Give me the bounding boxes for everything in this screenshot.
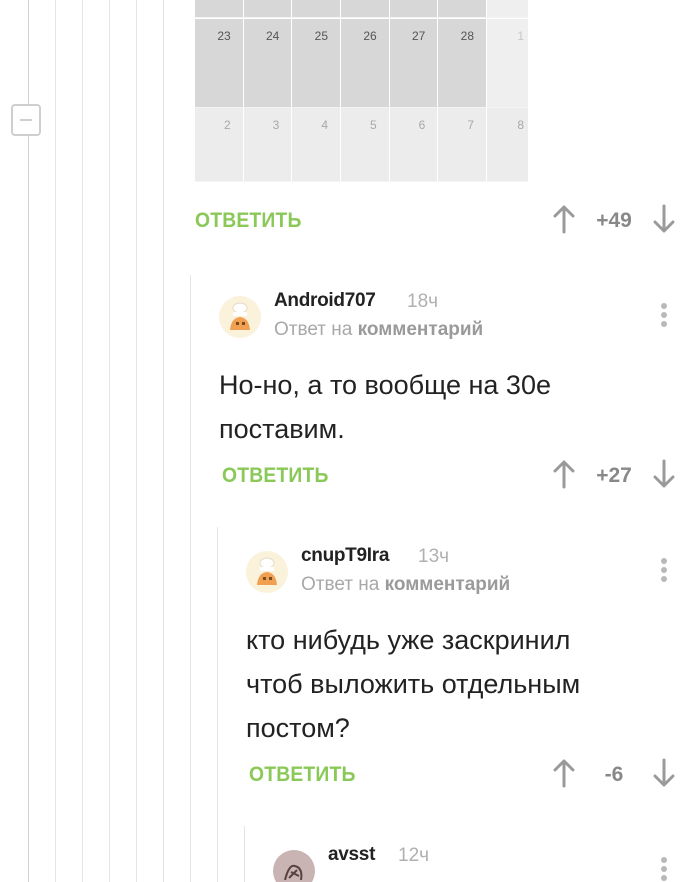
- upvote-icon[interactable]: [553, 758, 575, 788]
- calendar-row: 2 3 4 5 6 7 8: [195, 108, 530, 182]
- comment-text-line: Но-но, а то вообще на 30е: [219, 370, 551, 400]
- downvote-icon[interactable]: [653, 459, 675, 489]
- calendar-day: 4: [321, 118, 329, 132]
- calendar-image: 23 24 25 26 27 28 1 2 3 4 5 6 7 8: [195, 0, 530, 182]
- downvote-icon[interactable]: [653, 758, 675, 788]
- calendar-cell: 6: [389, 108, 439, 182]
- calendar-cell: 4: [292, 108, 342, 182]
- comment-time: 12ч: [398, 845, 430, 866]
- calendar-cell: [438, 0, 488, 18]
- calendar-cell: 1: [487, 19, 530, 108]
- reply-to-link[interactable]: комментарий: [358, 319, 484, 340]
- sketch-avatar[interactable]: [273, 850, 315, 882]
- comment-time: 18ч: [407, 291, 439, 312]
- calendar-cell: 5: [341, 108, 390, 182]
- more-options-icon[interactable]: [661, 558, 667, 586]
- upvote-icon[interactable]: [553, 459, 575, 489]
- calendar-cell: [195, 0, 244, 18]
- avatar-image: [219, 296, 261, 338]
- username[interactable]: avsst: [328, 844, 375, 866]
- thread-line: [163, 275, 164, 882]
- calendar-day: 25: [314, 29, 329, 43]
- comment-actions: ОТВЕТИТЬ -6: [249, 755, 700, 795]
- calendar-day: 26: [363, 29, 377, 43]
- calendar-cell: 25: [292, 19, 342, 108]
- calendar-day: 2: [223, 118, 231, 132]
- calendar-row-top: [195, 0, 530, 18]
- collapse-thread-button[interactable]: [11, 104, 41, 136]
- username[interactable]: cnupT9Ira: [301, 545, 389, 567]
- thread-line: [190, 275, 191, 882]
- comment-actions: ОТВЕТИТЬ +27: [222, 456, 700, 496]
- calendar-cell: [243, 0, 293, 18]
- thread-line: [244, 826, 245, 882]
- calendar-cell: 3: [243, 108, 293, 182]
- thread-line: [55, 0, 56, 882]
- calendar-day: 5: [370, 118, 377, 132]
- calendar-cell: 23: [195, 19, 244, 108]
- comment-avsst: avsst 12ч: [273, 844, 689, 882]
- thread-line: [82, 0, 83, 882]
- rating-value: +49: [596, 209, 632, 232]
- calendar-cell: 28: [438, 19, 488, 108]
- calendar-day: 6: [418, 118, 426, 132]
- calendar-cell: [389, 0, 439, 18]
- calendar-day: 8: [517, 118, 525, 132]
- calendar-day: 3: [272, 118, 280, 132]
- rating-value: +27: [596, 464, 632, 487]
- calendar-cell: 2: [195, 108, 244, 182]
- reply-button[interactable]: ОТВЕТИТЬ: [222, 464, 329, 488]
- comment-text-line: чтоб выложить отдельным: [246, 669, 581, 699]
- rating-value: -6: [604, 763, 624, 786]
- calendar-row: 23 24 25 26 27 28 1: [195, 19, 530, 108]
- thread-line: [136, 0, 137, 882]
- comment-text: Но-но, а то вообще на 30е поставим.: [219, 363, 551, 451]
- comment-time: 13ч: [418, 546, 450, 567]
- calendar-cell: [292, 0, 342, 18]
- comment-cnupt9ira: cnupT9Ira 13ч Ответ на комментарий кто н…: [246, 545, 689, 785]
- reply-to-prefix: Ответ на: [301, 574, 380, 595]
- calendar-day: 7: [467, 118, 475, 132]
- comment-text-line: постом?: [246, 713, 350, 743]
- calendar-day: 23: [217, 29, 231, 43]
- calendar-cell: 24: [243, 19, 293, 108]
- calendar-day: 27: [412, 29, 426, 43]
- calendar-cell: 26: [341, 19, 390, 108]
- calendar-cell: 7: [438, 108, 488, 182]
- thread-line: [109, 0, 110, 882]
- reply-to-prefix: Ответ на: [274, 319, 353, 340]
- avatar-image: [273, 850, 315, 882]
- calendar-day: 1: [517, 29, 525, 43]
- reply-to-line: Ответ на комментарий: [274, 319, 483, 341]
- calendar-cell: 8: [487, 108, 530, 182]
- calendar-cell: [341, 0, 390, 18]
- thread-line: [163, 0, 164, 275]
- comment-actions: ОТВЕТИТЬ +49: [195, 201, 695, 241]
- username[interactable]: Android707: [274, 290, 376, 312]
- reply-to-line: Ответ на комментарий: [301, 574, 510, 596]
- reply-button[interactable]: ОТВЕТИТЬ: [195, 209, 302, 233]
- avatar-image: [246, 551, 288, 593]
- calendar-day: 24: [265, 29, 280, 43]
- calendar-cell: [487, 0, 530, 18]
- comment-text-line: кто нибудь уже заскринил: [246, 625, 571, 655]
- comment-text: кто нибудь уже заскринил чтоб выложить о…: [246, 618, 580, 750]
- upvote-icon[interactable]: [553, 204, 575, 234]
- thread-line: [217, 527, 218, 882]
- reply-to-link[interactable]: комментарий: [385, 574, 511, 595]
- more-options-icon[interactable]: [661, 857, 667, 882]
- chef-cat-avatar[interactable]: [246, 551, 288, 593]
- comment-text-line: поставим.: [219, 414, 345, 444]
- chef-cat-avatar[interactable]: [219, 296, 261, 338]
- downvote-icon[interactable]: [653, 204, 675, 234]
- more-options-icon[interactable]: [661, 303, 667, 331]
- calendar-day: 28: [460, 29, 475, 43]
- reply-button[interactable]: ОТВЕТИТЬ: [249, 763, 356, 787]
- calendar-cell: 27: [389, 19, 439, 108]
